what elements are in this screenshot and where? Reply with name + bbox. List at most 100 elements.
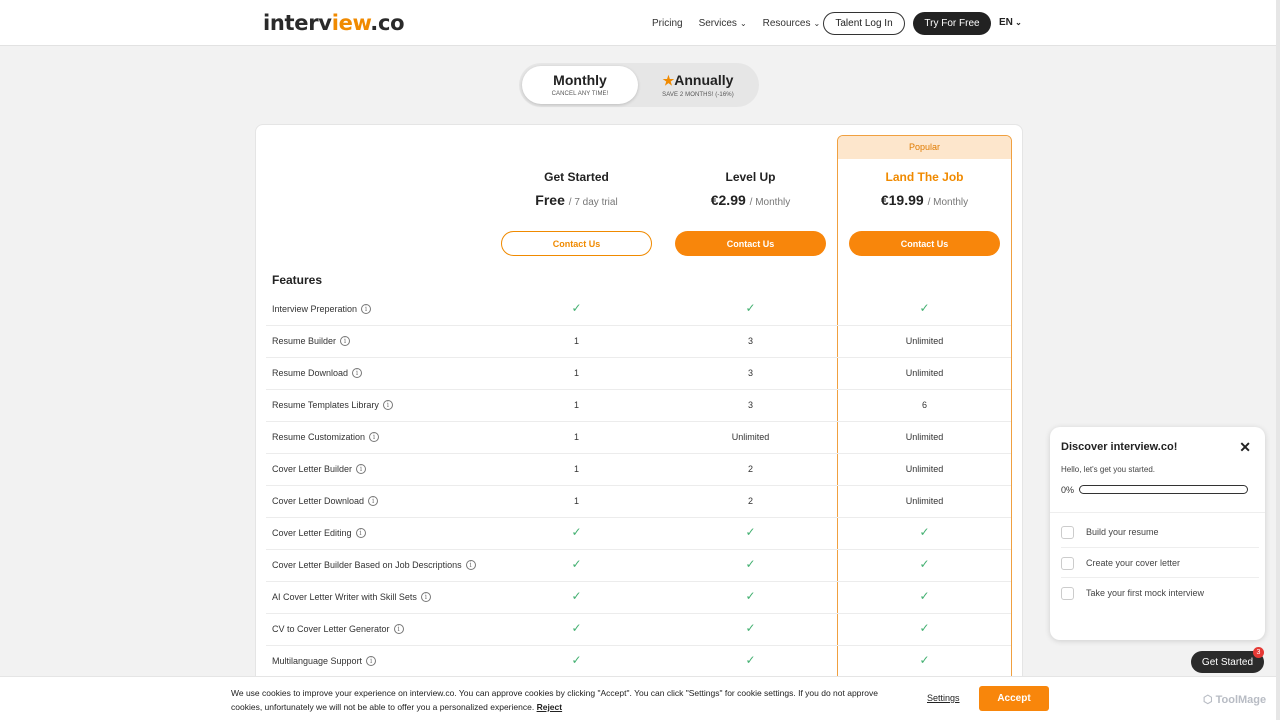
plan-land-the-job: Land The Job €19.99 / Monthly xyxy=(837,170,1012,208)
nav-resources[interactable]: Resources ⌄ xyxy=(763,18,821,29)
feature-row: Cover Letter Editing i ✓ ✓ ✓ xyxy=(266,518,1011,550)
language-selector[interactable]: EN ⌄ xyxy=(999,17,1022,28)
feature-value: 1 xyxy=(573,496,579,506)
contact-us-button-get-started[interactable]: Contact Us xyxy=(501,231,652,256)
checkbox-icon xyxy=(1061,586,1074,600)
plan-price: Free xyxy=(535,192,565,208)
watermark-text: ToolMage xyxy=(1215,693,1267,706)
feature-label: Cover Letter Download i xyxy=(272,496,379,506)
billing-monthly-sub: CANCEL ANY TIME! xyxy=(551,91,609,97)
plan-name: Get Started xyxy=(544,170,609,184)
feature-value: Unlimited xyxy=(905,496,944,506)
info-icon[interactable]: i xyxy=(366,656,377,666)
feature-name: Interview Preperation xyxy=(272,304,358,314)
feature-name: Cover Letter Editing xyxy=(272,528,352,538)
cookie-text: We use cookies to improve your experienc… xyxy=(231,686,911,714)
top-navigation-bar: interview.co Pricing Services ⌄ Resources… xyxy=(0,0,1276,46)
check-icon: ✓ xyxy=(571,621,582,635)
feature-row: Resume Builder i 1 3 Unlimited xyxy=(266,326,1011,358)
feature-row: Interview Preperation i ✓ ✓ ✓ xyxy=(266,294,1011,326)
cookie-accept-button[interactable]: Accept xyxy=(979,686,1049,711)
check-icon: ✓ xyxy=(571,653,582,667)
feature-label: Cover Letter Builder i xyxy=(272,464,367,474)
widget-title: Discover interview.co! xyxy=(1061,441,1178,453)
check-icon: ✓ xyxy=(919,621,930,635)
contact-us-button-land-the-job[interactable]: Contact Us xyxy=(849,231,1000,256)
progress-bar xyxy=(1079,485,1248,494)
info-icon[interactable]: i xyxy=(465,560,476,570)
feature-label: Resume Customization i xyxy=(272,432,380,442)
feature-value: 1 xyxy=(573,432,579,442)
task-label: Take your first mock interview xyxy=(1086,588,1205,598)
billing-annual-sub: SAVE 2 MONTHS! (-16%) xyxy=(662,92,734,98)
feature-value: Unlimited xyxy=(905,464,944,474)
feature-name: Cover Letter Download xyxy=(272,496,365,506)
plan-name: Level Up xyxy=(725,170,776,184)
progress-percent: 0% xyxy=(1061,485,1075,495)
check-icon: ✓ xyxy=(919,301,930,315)
talent-login-button[interactable]: Talent Log In xyxy=(823,12,905,35)
info-icon[interactable]: i xyxy=(356,464,367,474)
task-build-resume[interactable]: Build your resume xyxy=(1061,517,1259,547)
billing-annual-option[interactable]: ★Annually SAVE 2 MONTHS! (-16%) xyxy=(640,66,756,104)
watermark: ⬡ ToolMage xyxy=(1203,693,1267,707)
check-icon: ✓ xyxy=(571,557,582,571)
info-icon[interactable]: i xyxy=(361,304,372,314)
features-table: Interview Preperation i ✓ ✓ ✓ Resume Builder i… xyxy=(266,294,1011,678)
info-icon[interactable]: i xyxy=(355,528,366,538)
notification-badge: 3 xyxy=(1253,647,1264,658)
chevron-down-icon: ⌄ xyxy=(813,18,821,28)
billing-annual-label: Annually xyxy=(674,72,734,88)
task-label: Build your resume xyxy=(1086,527,1159,537)
cookie-reject-link[interactable]: Reject xyxy=(537,702,563,712)
check-icon: ✓ xyxy=(745,525,756,539)
info-icon[interactable]: i xyxy=(420,592,431,602)
contact-us-button-level-up[interactable]: Contact Us xyxy=(675,231,826,256)
features-heading: Features xyxy=(272,273,323,287)
nav-services[interactable]: Services ⌄ xyxy=(699,18,747,29)
feature-value: 3 xyxy=(747,336,753,346)
site-logo[interactable]: interview.co xyxy=(263,11,405,35)
cookie-banner: We use cookies to improve your experienc… xyxy=(0,676,1276,720)
task-create-cover-letter[interactable]: Create your cover letter xyxy=(1061,548,1259,578)
nav-pricing[interactable]: Pricing xyxy=(652,18,683,29)
plan-price: €19.99 xyxy=(880,192,924,208)
try-for-free-button[interactable]: Try For Free xyxy=(913,12,991,35)
close-icon[interactable]: ✕ xyxy=(1239,439,1251,456)
billing-toggle: Monthly CANCEL ANY TIME! ★Annually SAVE … xyxy=(519,63,759,107)
page-scrollbar[interactable] xyxy=(1276,0,1280,720)
feature-row: Resume Download i 1 3 Unlimited xyxy=(266,358,1011,390)
check-icon: ✓ xyxy=(919,557,930,571)
feature-value: Unlimited xyxy=(905,368,944,378)
feature-label: Cover Letter Editing i xyxy=(272,528,366,538)
billing-monthly-option[interactable]: Monthly CANCEL ANY TIME! xyxy=(522,66,638,104)
info-icon[interactable]: i xyxy=(369,432,380,442)
feature-row: Resume Customization i 1 Unlimited Unlimited xyxy=(266,422,1011,454)
plan-period: / Monthly xyxy=(927,197,969,208)
popular-badge: Popular xyxy=(838,136,1011,159)
onboarding-widget: Discover interview.co! ✕ Hello, let's ge… xyxy=(1050,427,1265,640)
feature-row: Cover Letter Builder i 1 2 Unlimited xyxy=(266,454,1011,486)
info-icon[interactable]: i xyxy=(393,624,404,634)
check-icon: ✓ xyxy=(745,621,756,635)
info-icon[interactable]: i xyxy=(352,368,363,378)
task-mock-interview[interactable]: Take your first mock interview xyxy=(1061,578,1259,608)
feature-row: Resume Templates Library i 1 3 6 xyxy=(266,390,1011,422)
info-icon[interactable]: i xyxy=(340,336,351,346)
checkbox-icon xyxy=(1061,556,1074,570)
plan-price: €2.99 xyxy=(710,192,746,208)
task-label: Create your cover letter xyxy=(1086,558,1181,568)
check-icon: ✓ xyxy=(745,301,756,315)
cookie-settings-link[interactable]: Settings xyxy=(927,693,960,703)
check-icon: ✓ xyxy=(571,525,582,539)
info-icon[interactable]: i xyxy=(382,400,393,410)
feature-name: Multilanguage Support xyxy=(272,656,363,666)
check-icon: ✓ xyxy=(571,589,582,603)
feature-value: 2 xyxy=(747,496,753,506)
feature-value: 1 xyxy=(573,368,579,378)
feature-value: 1 xyxy=(573,336,579,346)
info-icon[interactable]: i xyxy=(368,496,379,506)
feature-row: CV to Cover Letter Generator i ✓ ✓ ✓ xyxy=(266,614,1011,646)
plan-period: / 7 day trial xyxy=(568,197,618,208)
feature-name: AI Cover Letter Writer with Skill Sets xyxy=(272,592,417,602)
